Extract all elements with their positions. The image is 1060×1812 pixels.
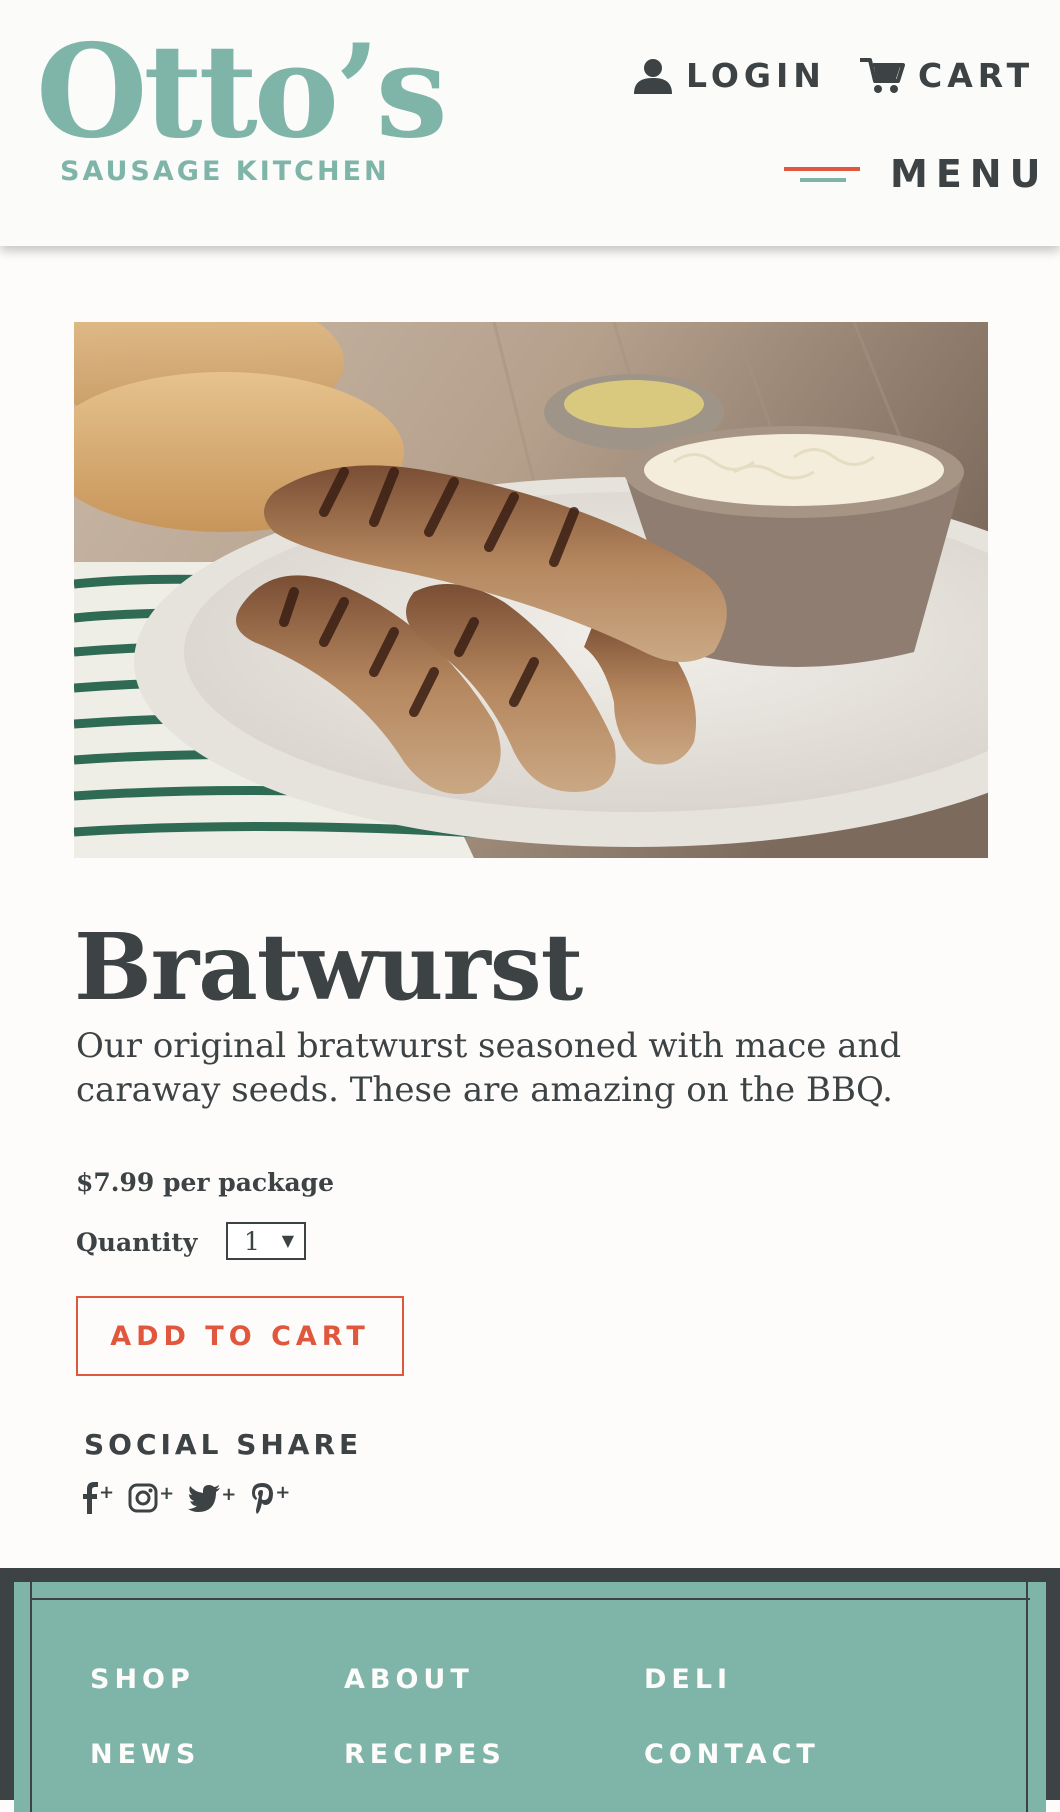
social-share-icons: + + + + <box>82 1482 290 1514</box>
logo-wordmark: Otto’s <box>36 17 448 167</box>
menu-button[interactable]: MENU <box>784 152 1048 196</box>
footer-link-deli[interactable]: DELI <box>644 1664 732 1695</box>
chevron-down-icon: ▼ <box>281 1231 294 1250</box>
quantity-select[interactable]: 1 ▼ <box>226 1222 306 1260</box>
product-image <box>74 322 988 858</box>
hamburger-icon <box>784 154 860 194</box>
login-link[interactable]: LOGIN <box>632 56 826 95</box>
footer-link-shop[interactable]: SHOP <box>90 1664 195 1695</box>
share-plus: + <box>221 1484 237 1505</box>
footer-link-recipes[interactable]: RECIPES <box>344 1739 506 1770</box>
pinterest-share-button[interactable]: + <box>250 1482 290 1514</box>
bratwurst-photo <box>74 322 988 858</box>
quantity-value: 1 <box>244 1227 260 1256</box>
footer-link-about[interactable]: ABOUT <box>344 1664 474 1695</box>
footer-border <box>30 1582 1028 1812</box>
footer-link-contact[interactable]: CONTACT <box>644 1739 820 1770</box>
cart-label: CART <box>918 56 1035 95</box>
twitter-share-button[interactable]: + <box>188 1484 236 1512</box>
pinterest-icon <box>252 1483 274 1514</box>
quantity-label: Quantity <box>76 1228 198 1257</box>
site-footer: SHOP ABOUT DELI NEWS RECIPES CONTACT <box>0 1568 1060 1812</box>
footer-link-news[interactable]: NEWS <box>90 1739 200 1770</box>
menu-label: MENU <box>890 152 1049 196</box>
facebook-icon <box>83 1482 98 1514</box>
add-to-cart-button[interactable]: ADD TO CART <box>76 1296 404 1376</box>
logo[interactable]: Otto’s SAUSAGE KITCHEN <box>36 28 448 198</box>
product-description: Our original bratwurst seasoned with mac… <box>76 1026 902 1110</box>
social-share-title: SOCIAL SHARE <box>84 1428 363 1461</box>
footer-panel: SHOP ABOUT DELI NEWS RECIPES CONTACT <box>14 1582 1046 1812</box>
cart-icon <box>860 57 905 93</box>
cart-link[interactable]: CART <box>860 56 1034 95</box>
share-plus: + <box>159 1483 175 1504</box>
footer-divider <box>30 1598 1030 1600</box>
facebook-share-button[interactable]: + <box>82 1482 114 1514</box>
twitter-icon <box>188 1485 221 1512</box>
share-plus: + <box>99 1482 115 1503</box>
share-plus: + <box>275 1482 291 1503</box>
site-header: Otto’s SAUSAGE KITCHEN LOGIN CART MENU <box>0 0 1060 246</box>
product-title: Bratwurst <box>74 913 583 1021</box>
logo-tagline: SAUSAGE KITCHEN <box>60 156 390 187</box>
product-price: $7.99 per package <box>76 1168 335 1197</box>
instagram-share-button[interactable]: + <box>128 1483 174 1513</box>
login-label: LOGIN <box>686 56 826 95</box>
user-icon <box>634 58 672 94</box>
instagram-icon <box>128 1483 158 1513</box>
